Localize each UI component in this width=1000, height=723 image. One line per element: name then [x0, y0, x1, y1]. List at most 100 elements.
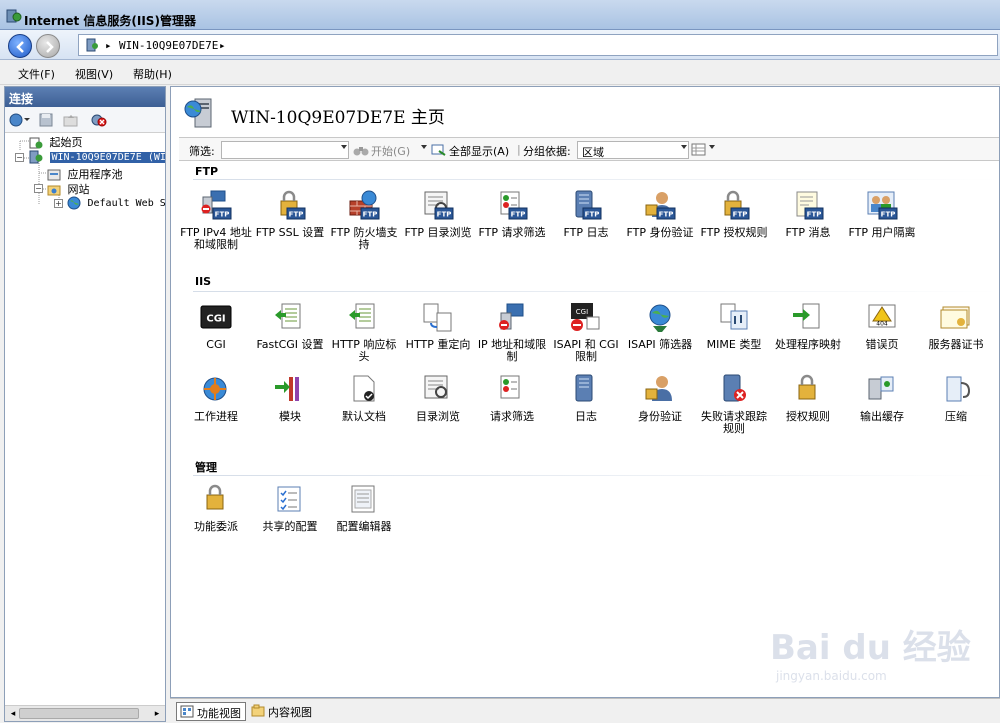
feature-default-document[interactable]: 默认文档 [327, 373, 401, 423]
feature-label: ISAPI 和 CGI 限制 [553, 338, 619, 363]
content-view-tab[interactable]: 内容视图 [248, 702, 316, 721]
svg-text:FTP: FTP [585, 211, 600, 219]
menu-view[interactable]: 视图(V) [75, 66, 113, 82]
feature-label: 失败请求跟踪规则 [701, 410, 767, 435]
feature-label: 授权规则 [786, 410, 830, 423]
forward-button[interactable] [36, 34, 60, 58]
feature-compression[interactable]: 压缩 [919, 373, 993, 423]
feature-label: IP 地址和域限制 [477, 338, 547, 363]
authorization-rules-icon [791, 373, 825, 407]
connect-globe-icon[interactable] [9, 113, 30, 127]
menu-help[interactable]: 帮助(H) [133, 66, 172, 82]
http-redirect-icon [421, 301, 455, 335]
feature-mime-types[interactable]: MIME 类型 [697, 301, 771, 351]
filter-dropdown-icon[interactable] [341, 145, 347, 149]
tree-collapse-sites[interactable]: − [34, 184, 43, 193]
feature-label: CGI [206, 338, 226, 351]
tree-item-sites[interactable]: 网站 [47, 181, 90, 197]
feature-ip-restrictions[interactable]: IP 地址和域限制 [475, 301, 549, 363]
feature-label: HTTP 响应标头 [331, 338, 397, 363]
feature-failed-request-tracing[interactable]: 失败请求跟踪规则 [697, 373, 771, 435]
feature-logging[interactable]: 日志 [549, 373, 623, 423]
feature-handler-mappings[interactable]: 处理程序映射 [771, 301, 845, 351]
feature-request-filtering[interactable]: 请求筛选 [475, 373, 549, 423]
connections-pane: 连接 起始页 − WIN-10Q9E07DE7E (WIN 应用程序池 − 网站… [4, 86, 166, 722]
tree-item-app-pools[interactable]: 应用程序池 [47, 166, 123, 182]
tree-item-start-page[interactable]: 起始页 [29, 134, 83, 150]
group-title-ftp: FTP [195, 165, 219, 178]
feature-http-headers[interactable]: HTTP 响应标头 [327, 301, 401, 363]
handler-mappings-icon [791, 301, 825, 335]
feature-ftp-authorization[interactable]: FTP FTP 授权规则 [697, 189, 771, 239]
address-path-box[interactable]: ▸ WIN-10Q9E07DE7E ▸ [78, 34, 998, 56]
crumb-separator-icon[interactable]: ▸ [219, 39, 226, 52]
filter-input[interactable] [221, 141, 349, 159]
start-filter-button[interactable]: 开始(G) [371, 143, 410, 159]
tree-expand-default-site[interactable]: + [54, 199, 63, 208]
feature-modules[interactable]: 模块 [253, 373, 327, 423]
feature-directory-browsing[interactable]: 目录浏览 [401, 373, 475, 423]
feature-label: 服务器证书 [928, 338, 984, 351]
feature-ftp-messages[interactable]: FTP FTP 消息 [771, 189, 845, 239]
feature-authorization-rules[interactable]: 授权规则 [771, 373, 845, 423]
features-view-tab[interactable]: 功能视图 [176, 702, 246, 721]
connections-toolbar [5, 107, 165, 133]
feature-shared-configuration[interactable]: 共享的配置 [253, 483, 327, 533]
show-all-button[interactable]: 全部显示(A) [449, 143, 509, 159]
feature-feature-delegation[interactable]: 功能委派 [179, 483, 253, 533]
feature-label: FTP 消息 [785, 226, 831, 239]
disconnect-icon[interactable] [91, 113, 107, 127]
ftp-ssl-lock-icon: FTP [273, 189, 307, 223]
feature-worker-processes[interactable]: 工作进程 [179, 373, 253, 423]
server-home-icon [184, 98, 212, 128]
tree-item-default-web-site[interactable]: Default Web S [67, 196, 165, 212]
group-by-select[interactable]: 区域 [577, 141, 689, 159]
scroll-right-icon[interactable]: ▸ [151, 708, 163, 720]
feature-isapi-filters[interactable]: ISAPI 筛选器 [623, 301, 697, 351]
view-mode-icon[interactable] [691, 143, 707, 156]
address-bar: ▸ WIN-10Q9E07DE7E ▸ [0, 30, 1000, 60]
feature-ftp-directory-browsing[interactable]: FTP FTP 目录浏览 [401, 189, 475, 239]
separator: | [517, 143, 521, 156]
feature-ftp-ip-restrictions[interactable]: FTP FTP IPv4 地址和域限制 [179, 189, 253, 251]
start-dropdown-icon[interactable] [421, 145, 427, 149]
feature-ftp-authentication[interactable]: FTP FTP 身份验证 [623, 189, 697, 239]
back-button[interactable] [8, 34, 32, 58]
connections-hscrollbar[interactable]: ◂ ▸ [5, 705, 165, 721]
authentication-icon [643, 373, 677, 407]
feature-label: 功能委派 [194, 520, 238, 533]
feature-server-certificates[interactable]: 服务器证书 [919, 301, 993, 351]
feature-output-caching[interactable]: 输出缓存 [845, 373, 919, 423]
svg-text:FTP: FTP [881, 211, 896, 219]
tree-collapse-server[interactable]: − [15, 153, 24, 162]
feature-label: 身份验证 [638, 410, 682, 423]
feature-cgi[interactable]: CGI CGI [179, 301, 253, 351]
window-titlebar: Internet 信息服务(IIS)管理器 [0, 0, 1000, 30]
filter-toolbar: 筛选: 开始(G) 全部显示(A) | 分组依据: 区域 [179, 137, 999, 161]
view-mode-dropdown-icon[interactable] [709, 145, 715, 149]
group-divider [193, 179, 999, 180]
feature-error-pages[interactable]: 404 错误页 [845, 301, 919, 351]
crumb-server[interactable]: WIN-10Q9E07DE7E [119, 39, 218, 52]
feature-label: 默认文档 [342, 410, 386, 423]
feature-ftp-request-filtering[interactable]: FTP FTP 请求筛选 [475, 189, 549, 239]
scroll-thumb[interactable] [19, 708, 139, 719]
feature-ftp-user-isolation[interactable]: FTP FTP 用户隔离 [845, 189, 919, 239]
up-level-icon[interactable] [63, 113, 79, 127]
feature-ftp-ssl-lock[interactable]: FTP FTP SSL 设置 [253, 189, 327, 239]
feature-configuration-editor[interactable]: 配置编辑器 [327, 483, 401, 533]
feature-fastcgi[interactable]: FastCGI 设置 [253, 301, 327, 351]
group-by-dropdown-icon[interactable] [681, 145, 687, 149]
save-icon[interactable] [39, 113, 55, 127]
feature-ftp-logging[interactable]: FTP FTP 日志 [549, 189, 623, 239]
feature-authentication[interactable]: 身份验证 [623, 373, 697, 423]
scroll-left-icon[interactable]: ◂ [7, 708, 19, 720]
server-certificates-icon [939, 301, 973, 335]
feature-label: FTP 防火墙支持 [330, 226, 398, 251]
feature-isapi-cgi-restrictions[interactable]: CGI ISAPI 和 CGI 限制 [549, 301, 623, 363]
menu-file[interactable]: 文件(F) [18, 66, 55, 82]
feature-ftp-firewall[interactable]: FTP FTP 防火墙支持 [327, 189, 401, 251]
feature-http-redirect[interactable]: HTTP 重定向 [401, 301, 475, 351]
ftp-user-isolation-icon: FTP [865, 189, 899, 223]
tree-item-server[interactable]: WIN-10Q9E07DE7E (WIN [29, 150, 165, 166]
